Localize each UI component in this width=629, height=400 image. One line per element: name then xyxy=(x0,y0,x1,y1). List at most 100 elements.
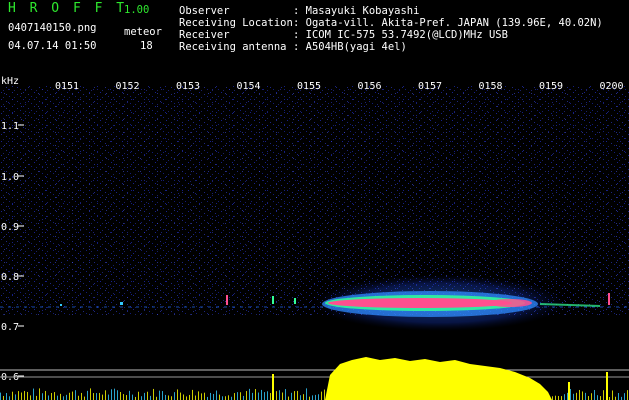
level-bar xyxy=(210,392,211,400)
observer-value: : Masayuki Kobayashi xyxy=(293,5,420,17)
detection-count: 18 xyxy=(140,40,153,52)
level-bar xyxy=(24,390,25,400)
level-bar xyxy=(291,392,292,400)
ping xyxy=(272,296,274,304)
ping xyxy=(294,298,296,304)
level-bar xyxy=(264,392,265,400)
level-bar xyxy=(183,394,184,400)
level-bar xyxy=(114,388,115,400)
level-bar xyxy=(576,392,577,400)
level-bar xyxy=(78,395,79,400)
level-spike xyxy=(272,374,274,400)
time-tick-label: 0158 xyxy=(478,81,502,92)
level-bar xyxy=(282,392,283,400)
level-bar xyxy=(204,392,205,400)
level-bar xyxy=(600,396,601,400)
level-bar xyxy=(567,392,568,400)
level-bar xyxy=(189,394,190,400)
level-bar xyxy=(153,388,154,400)
level-bar xyxy=(198,391,199,400)
level-bar xyxy=(558,395,559,400)
level-graph xyxy=(0,357,629,400)
level-bar xyxy=(18,391,19,400)
level-bar xyxy=(288,396,289,400)
freq-tick-label: 0.7 xyxy=(1,322,19,333)
level-bar xyxy=(249,388,250,400)
level-bar xyxy=(105,390,106,400)
receiver-value: : ICOM IC-575 53.7492(@LCD)MHz USB xyxy=(293,29,508,41)
level-bar xyxy=(132,394,133,400)
level-bar xyxy=(627,390,628,400)
file-datetime: 04.07.14 01:50 xyxy=(8,40,97,52)
level-bar xyxy=(228,395,229,400)
level-bar xyxy=(321,391,322,400)
level-bar xyxy=(168,395,169,400)
level-bar xyxy=(75,390,76,400)
level-bar xyxy=(585,392,586,400)
level-bar xyxy=(72,391,73,400)
ping xyxy=(226,295,228,305)
level-bar xyxy=(612,390,613,400)
level-bar xyxy=(315,394,316,400)
time-tick-label: 0153 xyxy=(176,81,200,92)
level-bar xyxy=(30,395,31,400)
level-bar xyxy=(255,389,256,400)
level-bar xyxy=(126,395,127,400)
time-tick-label: 0159 xyxy=(539,81,563,92)
level-bar xyxy=(42,393,43,400)
level-bar xyxy=(300,395,301,400)
ping xyxy=(608,293,610,305)
time-tick-label: 0155 xyxy=(297,81,321,92)
level-bar xyxy=(252,392,253,400)
level-bar xyxy=(177,389,178,400)
freq-tick-label: 0.9 xyxy=(1,222,19,233)
app-version: 1.00 xyxy=(124,4,150,16)
level-envelope xyxy=(325,357,552,400)
level-bar xyxy=(21,392,22,400)
level-spike xyxy=(568,382,570,400)
level-bar xyxy=(618,393,619,400)
level-bar xyxy=(201,393,202,400)
time-tick-label: 0151 xyxy=(55,81,79,92)
level-bar xyxy=(186,396,187,400)
level-bar xyxy=(624,393,625,400)
level-bar xyxy=(285,389,286,400)
level-bar xyxy=(603,390,604,400)
app-name: H R O F F T xyxy=(8,1,128,16)
level-bar xyxy=(573,393,574,400)
level-bar xyxy=(234,393,235,400)
level-bar xyxy=(90,388,91,400)
level-bar xyxy=(33,388,34,400)
level-bar xyxy=(579,389,580,400)
level-bar xyxy=(195,395,196,400)
level-bar xyxy=(270,393,271,400)
header-panel: H R O F F T 1.00 0407140150.png meteor 0… xyxy=(0,0,629,74)
level-bar xyxy=(69,392,70,400)
level-bar xyxy=(180,392,181,400)
level-bar xyxy=(222,396,223,400)
level-bar xyxy=(246,391,247,400)
freq-tick-label: 0.8 xyxy=(1,272,19,283)
level-bar xyxy=(219,394,220,400)
level-bar xyxy=(54,392,55,400)
level-bar xyxy=(147,391,148,400)
level-bar xyxy=(318,394,319,400)
level-bar xyxy=(0,392,1,400)
level-bar xyxy=(84,396,85,400)
level-bar xyxy=(279,390,280,400)
level-bar xyxy=(99,392,100,400)
level-bar xyxy=(564,394,565,400)
level-bar xyxy=(39,388,40,400)
level-bar xyxy=(36,395,37,400)
level-bar xyxy=(6,393,7,400)
location-value: : Ogata-vill. Akita-Pref. JAPAN (139.96E… xyxy=(293,17,603,29)
level-bar xyxy=(141,396,142,400)
level-bar xyxy=(594,389,595,400)
level-bar xyxy=(111,389,112,400)
level-bar xyxy=(276,391,277,400)
level-bar xyxy=(120,392,121,400)
level-bar xyxy=(591,393,592,400)
level-bar xyxy=(117,390,118,400)
level-bar xyxy=(582,391,583,400)
level-bar xyxy=(60,393,61,400)
